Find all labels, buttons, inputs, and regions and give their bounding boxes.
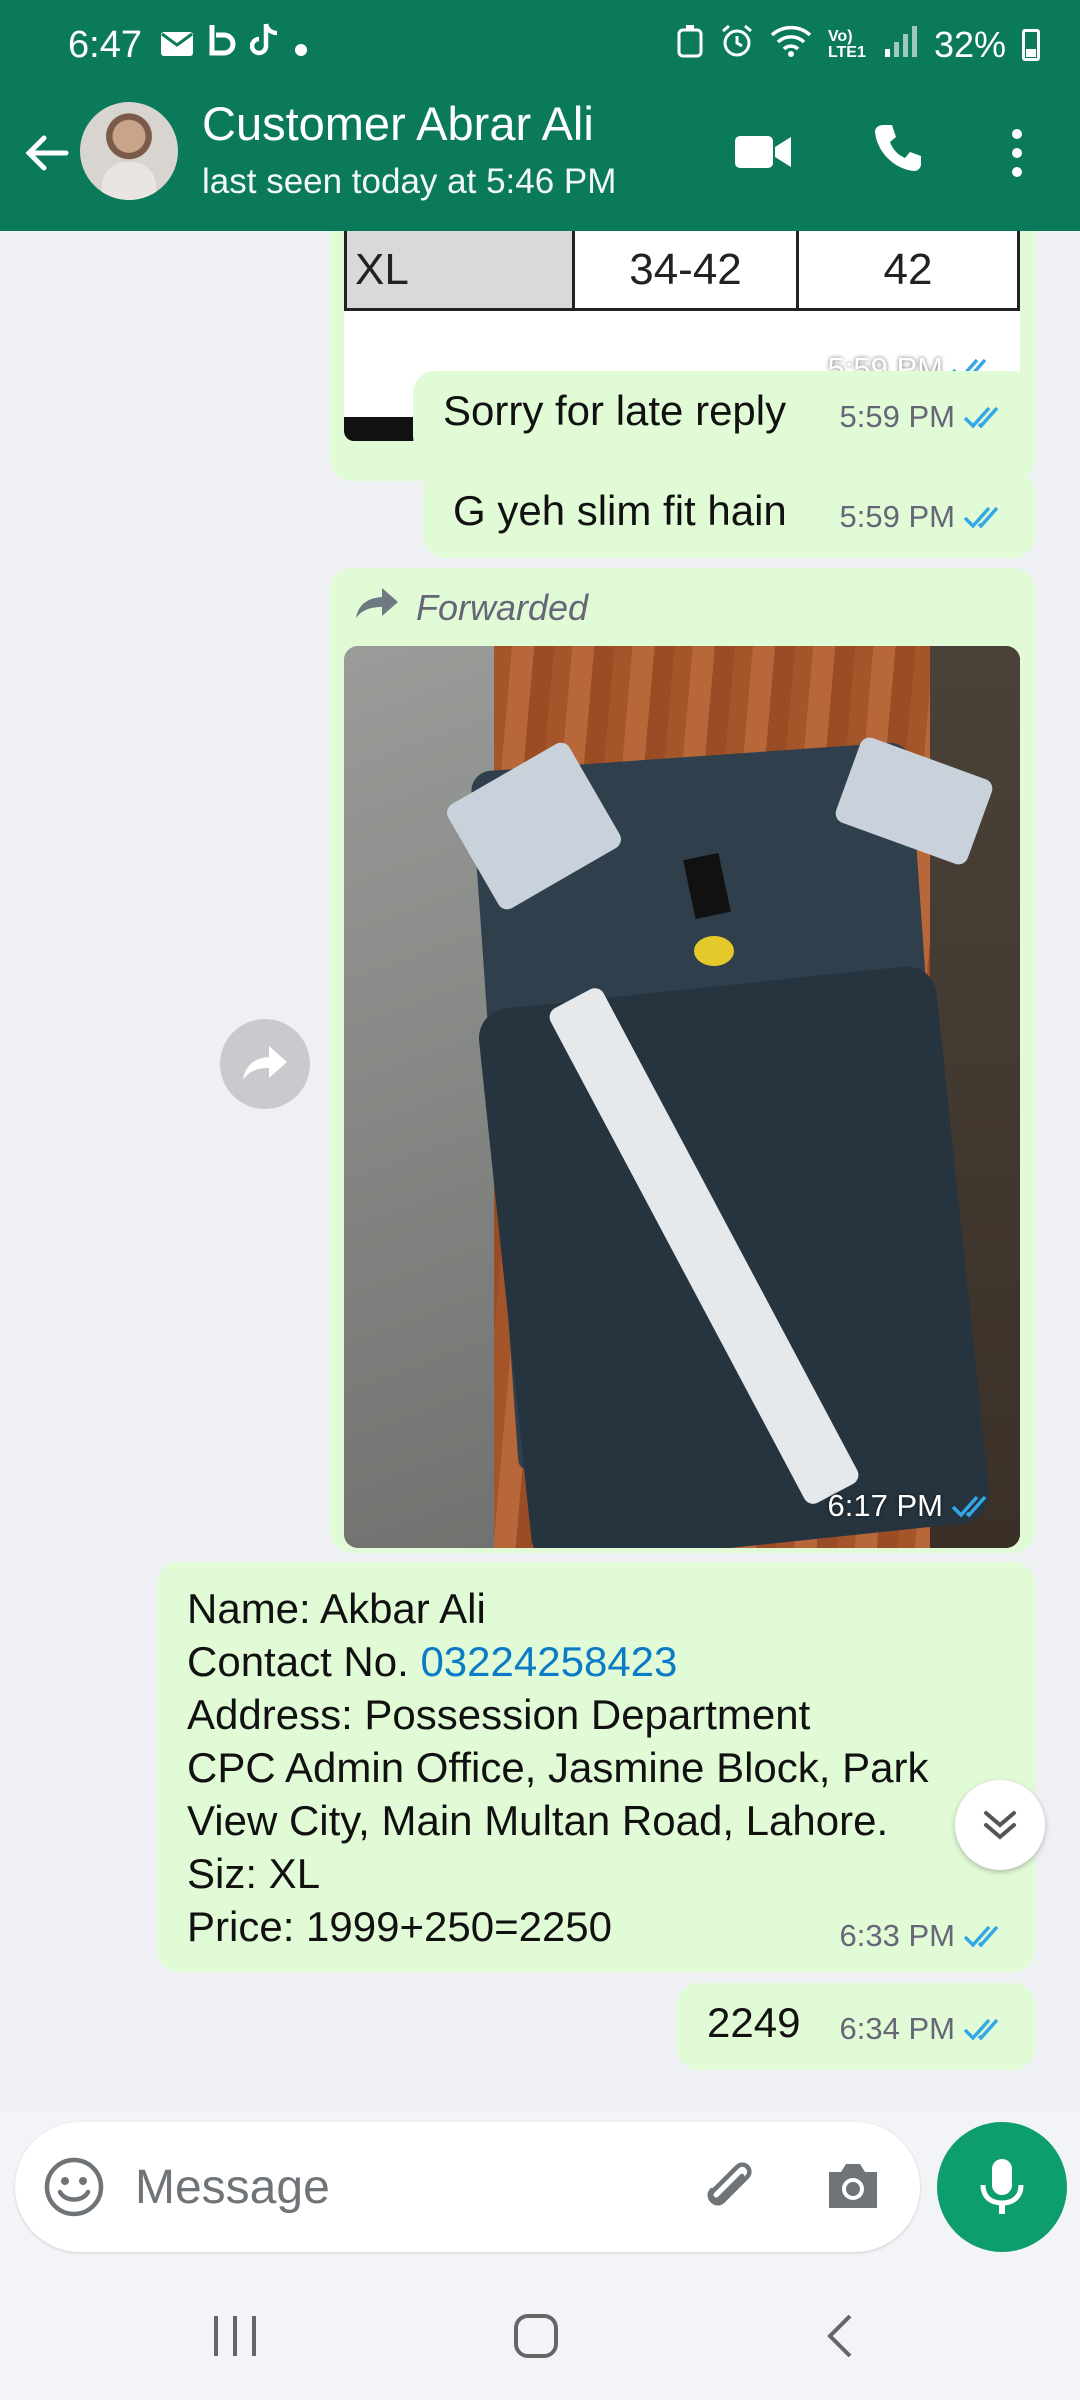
message-text: Sorry for late reply: [443, 387, 787, 434]
read-ticks-icon: [963, 2015, 1007, 2043]
phone-link[interactable]: 03224258423: [420, 1638, 677, 1685]
wifi-icon: [770, 24, 812, 66]
share-button[interactable]: [220, 1019, 310, 1109]
chat-area[interactable]: XL 34-42 42 5:59 PM Sorry for late reply…: [0, 231, 1080, 2111]
message-meta: 5:59 PM: [840, 399, 1007, 435]
read-ticks-icon: [963, 503, 1007, 531]
size-cell: XL: [347, 231, 575, 308]
chest-cell: 34-42: [575, 231, 799, 308]
avatar[interactable]: [80, 102, 178, 200]
message-meta: 6:17 PM: [828, 1488, 995, 1524]
message-meta: 5:59 PM: [840, 499, 1007, 535]
signal-icon: [884, 24, 918, 66]
message-meta: 6:33 PM: [840, 1918, 1007, 1954]
forward-arrow-icon: [354, 586, 400, 629]
address-line: Price: 1999+250=2250: [187, 1903, 613, 1950]
recent-apps-icon[interactable]: [210, 2314, 260, 2363]
message-input[interactable]: Message: [135, 2160, 330, 2215]
message-meta: 6:34 PM: [840, 2011, 1007, 2047]
read-ticks-icon: [963, 1922, 1007, 1950]
emoji-icon[interactable]: [43, 2156, 105, 2223]
network-label: Vo) LTE1: [827, 28, 866, 61]
message-time: 5:59 PM: [839, 499, 955, 534]
contact-label: Contact No.: [187, 1638, 421, 1685]
message-input-bar[interactable]: Message: [15, 2122, 920, 2252]
message-text: G yeh slim fit hain: [453, 487, 787, 534]
voice-message-button[interactable]: [937, 2122, 1067, 2252]
message-time: 6:34 PM: [839, 2011, 955, 2046]
microphone-icon: [980, 2159, 1024, 2214]
size-table-row: XL 34-42 42: [344, 231, 1020, 311]
forwarded-image-message[interactable]: Forwarded 6:17 PM: [330, 568, 1035, 1553]
clean-icon: [676, 24, 704, 67]
read-ticks-icon: [963, 403, 1007, 431]
message-time: 5:59 PM: [839, 399, 955, 434]
product-photo[interactable]: [344, 646, 1020, 1548]
status-bar: 6:47 Vo) LTE1 32%: [0, 0, 1080, 90]
back-nav-icon[interactable]: [822, 2312, 856, 2365]
address-line: Siz: XL: [187, 1850, 321, 1897]
forwarded-label: Forwarded: [354, 586, 588, 629]
address-line: Contact No. 03224258423: [187, 1635, 928, 1688]
address-line: Name: Akbar Ali: [187, 1585, 486, 1632]
alarm-icon: [720, 24, 754, 67]
last-seen-status: last seen today at 5:46 PM: [202, 162, 617, 201]
video-call-icon[interactable]: [733, 132, 793, 177]
system-nav-bar: [0, 2270, 1080, 2400]
more-options-icon[interactable]: [1008, 128, 1026, 183]
notification-dot-icon: [294, 24, 308, 67]
message-time: 6:17 PM: [827, 1488, 943, 1523]
attach-icon[interactable]: [698, 2156, 760, 2223]
contact-name[interactable]: Customer Abrar Ali: [202, 96, 594, 151]
mail-icon: [160, 24, 194, 67]
chat-header: Customer Abrar Ali last seen today at 5:…: [0, 90, 1080, 231]
status-time: 6:47: [68, 23, 142, 66]
address-line: Address: Possession Department: [187, 1691, 811, 1738]
camera-icon[interactable]: [823, 2158, 883, 2219]
forwarded-text: Forwarded: [416, 586, 589, 628]
message-time: 6:33 PM: [839, 1918, 955, 1953]
home-icon[interactable]: [512, 2312, 560, 2365]
message-text: 2249: [707, 1999, 801, 2046]
address-line: CPC Admin Office, Jasmine Block, Park: [187, 1744, 929, 1791]
battery-percent: 32%: [933, 24, 1006, 65]
message-bubble[interactable]: 2249 6:34 PM: [677, 1983, 1035, 2070]
double-chevron-down-icon: [984, 1811, 1016, 1840]
top-bar: 6:47 Vo) LTE1 32% Customer Abrar Ali las…: [0, 0, 1080, 231]
back-arrow-icon[interactable]: [22, 128, 72, 178]
tiktok-icon: [249, 22, 280, 68]
address-message[interactable]: Name: Akbar Ali Contact No. 03224258423 …: [157, 1562, 1035, 1972]
scroll-to-bottom-button[interactable]: [955, 1780, 1045, 1870]
voice-call-icon[interactable]: [872, 122, 924, 179]
share-arrow-icon: [243, 1046, 287, 1080]
read-ticks-icon: [951, 1492, 995, 1520]
length-cell: 42: [883, 244, 933, 294]
address-line: View City, Main Multan Road, Lahore.: [187, 1797, 889, 1844]
b-app-icon: [208, 23, 236, 67]
address-text: Name: Akbar Ali Contact No. 03224258423 …: [187, 1582, 928, 1953]
battery-icon: [1022, 29, 1040, 61]
message-bubble[interactable]: Sorry for late reply 5:59 PM: [413, 371, 1035, 458]
message-bubble[interactable]: G yeh slim fit hain 5:59 PM: [423, 471, 1035, 558]
